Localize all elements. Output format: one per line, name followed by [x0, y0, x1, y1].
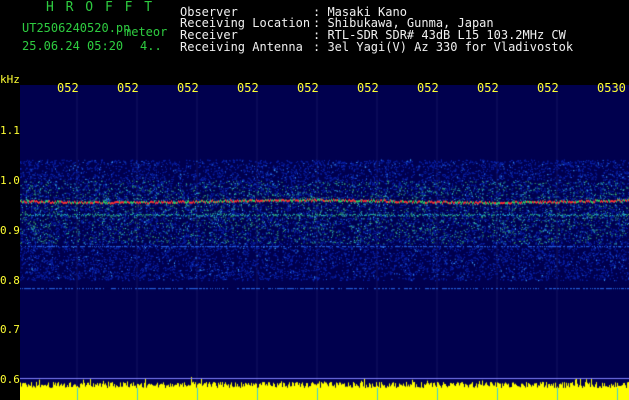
y-tick-0.7: 0.7	[0, 323, 20, 336]
extra-info: 4..	[140, 39, 162, 53]
station-name: H R O F F T	[46, 0, 155, 15]
y-axis-unit: kHz	[0, 73, 20, 86]
x-tick-1: 052	[57, 81, 79, 95]
x-tick-7: 052	[417, 81, 439, 95]
antenna-label: Receiving Antenna	[180, 40, 303, 54]
antenna-value: : 3el Yagi(V) Az 330 for Vladivostok	[313, 40, 574, 54]
x-tick-10: 0530	[597, 81, 626, 95]
x-tick-4: 052	[237, 81, 259, 95]
x-tick-3: 052	[177, 81, 199, 95]
y-tick-1.1: 1.1	[0, 124, 20, 137]
y-tick-1.0: 1.0	[0, 174, 20, 187]
y-tick-0.9: 0.9	[0, 224, 20, 237]
x-tick-6: 052	[357, 81, 379, 95]
observation-type: meteor	[124, 25, 168, 39]
x-tick-5: 052	[297, 81, 319, 95]
y-tick-0.6: 0.6	[0, 373, 20, 386]
date-time: 25.06.24 05:20	[22, 39, 124, 53]
x-tick-9: 052	[537, 81, 559, 95]
x-tick-2: 052	[117, 81, 139, 95]
y-tick-0.8: 0.8	[0, 274, 20, 287]
spectrogram-window: H R O F F T UT2506240520.pn meteor 25.06…	[0, 0, 629, 400]
file-name: UT2506240520.pn	[22, 21, 131, 35]
spectrogram-canvas	[20, 85, 629, 400]
x-tick-8: 052	[477, 81, 499, 95]
